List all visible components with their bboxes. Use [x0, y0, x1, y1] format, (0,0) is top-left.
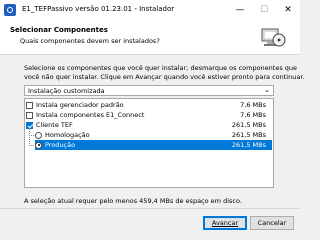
description: Selecione os componentes que você quer i… [24, 64, 305, 82]
description-line-1: Selecione os componentes que você quer i… [24, 64, 298, 72]
disk-space-note: A seleção atual requer pelo menos 459,4 … [24, 197, 242, 205]
title-bar: E1_TEFPassivo versão 01.23.01 - Instalad… [0, 0, 300, 20]
window-title: E1_TEFPassivo versão 01.23.01 - Instalad… [22, 5, 175, 13]
component-label: Produção [45, 141, 76, 149]
components-list[interactable]: Instala gerenciador padrão 7,6 MBs Insta… [24, 98, 274, 188]
app-icon [4, 4, 16, 16]
radio-button-selected[interactable] [35, 141, 42, 149]
component-label: Cliente TEF [36, 121, 73, 129]
divider [0, 208, 300, 209]
component-size: 7,6 MBs [240, 111, 266, 119]
install-type-select[interactable]: Instalação customizada ⌄ [24, 85, 274, 96]
page-subtitle: Quais componentes devem ser instalados? [20, 37, 160, 45]
next-button-label: Avançar [211, 219, 239, 227]
checkbox[interactable] [26, 101, 33, 109]
cancel-button-label: Cancelar [257, 219, 287, 227]
component-size: 261,5 MBs [231, 141, 266, 149]
next-button[interactable]: Avançar [203, 216, 247, 230]
minimize-button[interactable]: — [228, 0, 252, 20]
component-row-gerenciador[interactable]: Instala gerenciador padrão 7,6 MBs [26, 100, 272, 110]
component-row-homologacao[interactable]: Homologação 261,5 MBs [35, 130, 272, 140]
install-type-value: Instalação customizada [28, 87, 105, 95]
wizard-header: Selecionar Componentes Quais componentes… [0, 20, 300, 55]
close-button[interactable]: ✕ [276, 0, 300, 20]
cancel-button[interactable]: Cancelar [250, 216, 294, 230]
radio-button[interactable] [35, 131, 42, 139]
component-size: 7,6 MBs [240, 101, 266, 109]
tree-connector [29, 128, 30, 146]
computer-cd-icon [261, 28, 286, 47]
page-title: Selecionar Componentes [10, 26, 108, 34]
component-size: 261,5 MBs [231, 121, 266, 129]
tree-connector [29, 145, 34, 146]
maximize-button[interactable]: ☐ [252, 0, 276, 20]
checkbox[interactable] [26, 111, 33, 119]
component-row-e1-connect[interactable]: Instala componentes E1_Connect 7,6 MBs [26, 110, 272, 120]
component-label: Instala componentes E1_Connect [36, 111, 145, 119]
chevron-down-icon: ⌄ [264, 86, 270, 94]
tree-connector [29, 135, 34, 136]
component-row-cliente-tef[interactable]: Cliente TEF 261,5 MBs [26, 120, 272, 130]
component-label: Instala gerenciador padrão [36, 101, 124, 109]
component-size: 261,5 MBs [231, 131, 266, 139]
description-line-2: você não quer instalar. Clique em Avança… [24, 73, 305, 81]
component-row-producao[interactable]: Produção 261,5 MBs [35, 140, 272, 150]
component-label: Homologação [45, 131, 90, 139]
